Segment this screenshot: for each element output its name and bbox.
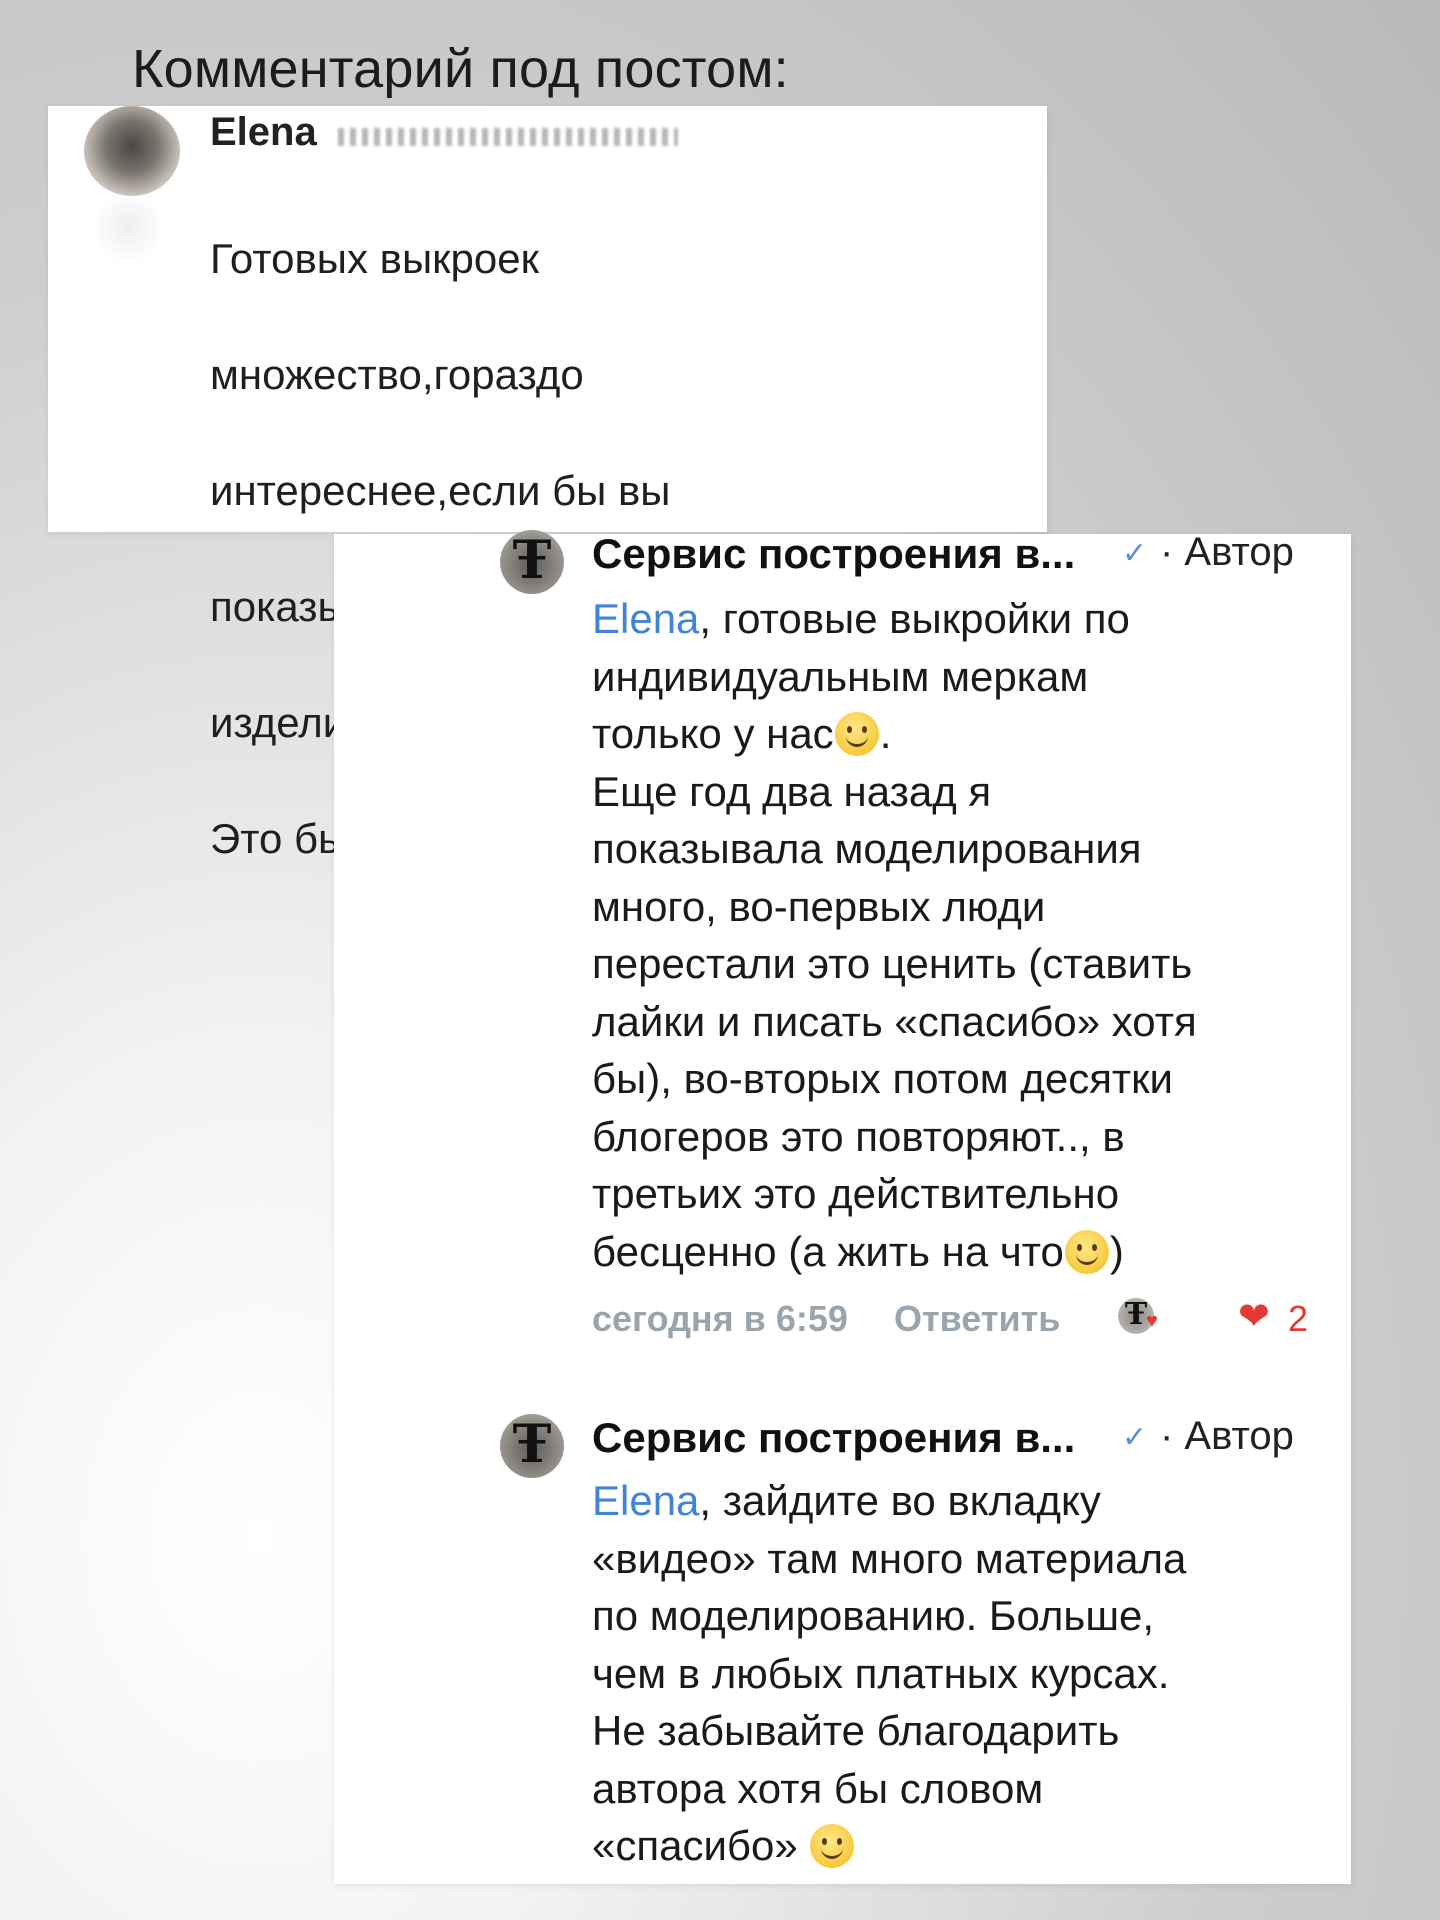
- comment-text-line: Готовых выкроек: [210, 235, 539, 282]
- reply-author-name[interactable]: Сервис построения в...: [592, 530, 1075, 578]
- comment-timestamp: сегодня в 6:59: [592, 1298, 848, 1339]
- like-heart-icon[interactable]: ❤: [1238, 1294, 1270, 1339]
- reply-text: Elena, зайдите во вкладку «видео» там мн…: [592, 1472, 1332, 1875]
- author-avatar[interactable]: Ŧ: [500, 1414, 564, 1478]
- reply-text-line: индивидуальным меркам: [592, 652, 1089, 700]
- reply-text-line: «видео» там много материала: [592, 1534, 1187, 1582]
- original-comment-card: Elena Готовых выкроек множество,гораздо …: [48, 106, 1047, 862]
- reply-text-line: бы), во-вторых потом десятки: [592, 1055, 1174, 1102]
- reply-text-line: .: [879, 710, 892, 757]
- reply-text-line: перестали это ценить (ставить: [592, 940, 1193, 987]
- reply-text-line: Не забывайте благодарить: [592, 1707, 1120, 1754]
- verified-icon: ✓: [1122, 1421, 1148, 1454]
- author-avatar[interactable]: Ŧ: [500, 530, 564, 594]
- reply-text-line: чем в любых платных курсах.: [592, 1649, 1170, 1697]
- avatar-logo-icon: Ŧ: [512, 1414, 552, 1475]
- avatar-shadow: [88, 192, 168, 262]
- smile-emoji-icon: [834, 712, 879, 756]
- reply-text: Elena, готовые выкройки по индивидуальны…: [592, 590, 1332, 1280]
- replies-card: Ŧ Сервис построения в... ✓ · Автор Elena…: [334, 530, 1351, 1884]
- smile-emoji-icon: [810, 1824, 855, 1868]
- mention-link[interactable]: Elena: [592, 595, 699, 642]
- reply-text-line: показывала моделирования: [592, 825, 1142, 872]
- smile-emoji-icon: [1064, 1229, 1109, 1274]
- comment-text-line: множество,гораздо: [210, 351, 584, 398]
- like-count: 2: [1288, 1298, 1309, 1339]
- reply-text-line: , готовые выкройки по: [699, 595, 1130, 642]
- avatar[interactable]: [84, 106, 180, 196]
- reply-text-line: по моделированию. Больше,: [592, 1592, 1155, 1639]
- reply-text-line: много, во-первых люди: [592, 882, 1046, 930]
- reply-text-line: автора хотя бы словом: [592, 1764, 1044, 1812]
- comment-author-name[interactable]: Elena: [210, 110, 317, 155]
- reply-button[interactable]: Ответить: [894, 1298, 1060, 1340]
- reply-text-line: только у нас: [592, 710, 834, 757]
- reply-author-name[interactable]: Сервис построения в...: [592, 1414, 1075, 1462]
- mention-link[interactable]: Elena: [592, 1477, 699, 1524]
- author-heart-icon: ♥: [1146, 1310, 1158, 1332]
- author-badge: · Автор: [1160, 530, 1294, 574]
- reply-text-line: , зайдите во вкладку: [699, 1477, 1101, 1524]
- reply-text-line: блогеров это повторяют.., в: [592, 1112, 1125, 1160]
- reply-text-line: лайки и писать «спасибо» хотя: [592, 997, 1197, 1045]
- blurred-surname: [338, 128, 678, 146]
- comment-text-line: интереснее,если бы вы: [210, 467, 671, 514]
- reply-text-line: ): [1109, 1227, 1124, 1275]
- page-heading: Комментарий под постом:: [132, 39, 789, 99]
- reply-text-line: Еще год два назад я: [592, 767, 992, 815]
- reply-text-line: «спасибо»: [592, 1822, 798, 1869]
- avatar-logo-icon: Ŧ: [512, 530, 552, 591]
- reply-text-line: третьих это действительно: [592, 1170, 1120, 1217]
- author-badge: · Автор: [1160, 1414, 1294, 1458]
- verified-icon: ✓: [1122, 537, 1148, 570]
- reply-text-line: бесценно (а жить на что: [592, 1227, 1064, 1275]
